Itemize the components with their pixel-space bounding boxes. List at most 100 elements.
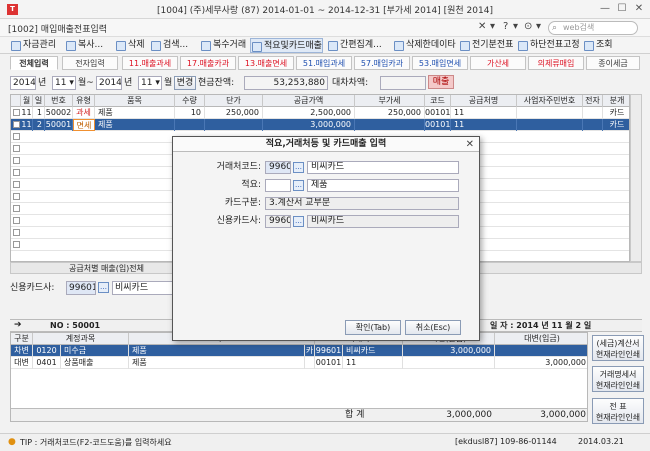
memo-code-input[interactable]	[265, 179, 291, 192]
deleted-data-button[interactable]: 삭제한데이타	[393, 38, 456, 53]
minimize-icon[interactable]: —	[596, 1, 614, 17]
tab-strip: 전체입력 전자입력 11.매출과세 17.매출카과 13.매출면세 51.매입과…	[10, 56, 642, 70]
tab-sales-card[interactable]: 17.매출카과	[180, 56, 236, 70]
month-from-select[interactable]: 11 ▾	[52, 76, 76, 90]
debit-credit-diff-value	[380, 76, 426, 90]
col-code: 코드	[425, 95, 451, 107]
row-checkbox[interactable]	[13, 157, 20, 164]
journal-row-selected[interactable]: 차변 0120 미수금 제품 카 99601 비씨카드 3,000,000	[11, 345, 587, 357]
row-checkbox[interactable]	[13, 133, 20, 140]
memo-help-icon[interactable]: …	[293, 180, 304, 191]
memo-card-sales-button[interactable]: 적요및카드매출	[250, 38, 323, 53]
card-company-code-input[interactable]: 99601	[66, 281, 96, 295]
card-company-name-field[interactable]: 비씨카드	[307, 215, 459, 228]
cancel-button[interactable]: 취소(Esc)	[405, 320, 461, 335]
tab-sales-taxable[interactable]: 11.매출과세	[122, 56, 178, 70]
cash-balance-value: 53,253,880	[244, 76, 328, 90]
memo-field[interactable]: 제품	[307, 179, 459, 192]
tab-deemed-purchase[interactable]: 의제류매입	[528, 56, 584, 70]
vendor-summary-label: 공급처별 매출(입)전체	[69, 264, 145, 273]
year-label-2: 년	[124, 78, 133, 88]
memo-icon	[252, 42, 262, 52]
lookup-button[interactable]: 조회	[583, 38, 613, 53]
grid-scrollbar[interactable]	[630, 94, 642, 262]
card-company-label: 신용카드사:	[10, 283, 55, 293]
vendor-code-help-icon[interactable]: …	[293, 162, 304, 173]
version-text: 2014.03.21	[578, 437, 624, 446]
col-item: 품목	[95, 95, 175, 107]
tab-paper-tax[interactable]: 종이세금	[586, 56, 640, 70]
tax-invoice-print-button[interactable]: (세금)계산서 현재라인인쇄	[592, 335, 644, 361]
row-checkbox[interactable]	[13, 145, 20, 152]
multi-transaction-button[interactable]: 복수거래	[200, 38, 246, 53]
col-credit: 대변(입금)	[524, 334, 560, 343]
tip-text: TIP : 거래처코드(F2-코드도움)를 입력하세요	[20, 438, 172, 447]
help-icon[interactable]: ?	[503, 21, 508, 32]
code-help-icon[interactable]: …	[98, 282, 109, 293]
tab-all-input[interactable]: 전체입력	[10, 56, 58, 70]
multi-icon	[201, 41, 211, 51]
history-icon[interactable]: ⊙	[524, 21, 532, 32]
maximize-icon[interactable]: ☐	[613, 1, 631, 17]
col-vendor: 공급처명	[451, 95, 517, 107]
grid-header: 월 일 번호 유형 품목 수량 단가 공급가액 부가세 코드 공급처명 사업자주…	[11, 95, 629, 107]
search-button[interactable]: 검색...	[150, 38, 188, 53]
row-checkbox[interactable]	[13, 241, 20, 248]
prior-voucher-button[interactable]: 전기분전표	[459, 38, 513, 53]
fix-bottom-voucher-button[interactable]: 하단전표고정	[517, 38, 580, 53]
bulb-icon: ●	[8, 437, 16, 447]
change-button[interactable]: 변경	[174, 76, 196, 90]
copy-icon	[66, 41, 76, 51]
ok-button[interactable]: 확인(Tab)	[345, 320, 401, 335]
aggregate-icon	[328, 41, 338, 51]
row-checkbox[interactable]	[13, 181, 20, 188]
close-icon[interactable]: ✕	[630, 1, 648, 17]
row-checkbox[interactable]	[13, 169, 20, 176]
journal-row[interactable]: 대변 0401 상품매출 제품 00101 11 3,000,000	[11, 357, 587, 369]
window-title: [1004] (주)세무사랑 (87) 2014-01-01 ~ 2014-12…	[157, 6, 493, 16]
vendor-name-field[interactable]: 비씨카드	[307, 161, 459, 174]
col-month: 월	[21, 95, 33, 107]
year-to-input[interactable]: 2014	[96, 76, 122, 90]
web-search-input[interactable]: ⌕ web검색	[548, 21, 638, 35]
tab-purchase-card[interactable]: 57.매입카과	[354, 56, 410, 70]
help-dropdown-icon[interactable]: ▾	[513, 21, 518, 32]
tab-electronic-input[interactable]: 전자입력	[62, 56, 118, 70]
col-check	[11, 95, 21, 107]
card-company-help-icon[interactable]: …	[293, 216, 304, 227]
row-checkbox[interactable]	[13, 193, 20, 200]
row-checkbox[interactable]	[13, 121, 20, 128]
sales-type-button[interactable]: 매출	[428, 75, 454, 89]
card-company-code-field[interactable]: 99601	[265, 215, 291, 228]
journal-total-row: 합 계 3,000,000 3,000,000	[11, 408, 587, 421]
table-row-selected[interactable]: 11 2 50001 면세 제품 3,000,000 00101 11 카드	[11, 119, 629, 131]
dialog-title: 적요,거래처등 및 카드매출 입력	[173, 137, 479, 152]
copy-button[interactable]: 복사...	[65, 38, 103, 53]
dialog-close-icon[interactable]: ✕	[466, 138, 474, 151]
card-type-field[interactable]: 3.계산서 교부분	[265, 197, 459, 210]
tools-icon[interactable]: ✕	[478, 21, 486, 32]
table-row[interactable]: 11 1 50002 과세 제품 10 250,000 2,500,000 25…	[11, 107, 629, 119]
tab-sales-exempt[interactable]: 13.매출면세	[238, 56, 294, 70]
voucher-print-button[interactable]: 전 표 현재라인인쇄	[592, 398, 644, 424]
vendor-code-input[interactable]: 99601	[265, 161, 291, 174]
voucher-icon	[460, 41, 470, 51]
tab-purchase-exempt[interactable]: 53.매입면세	[412, 56, 468, 70]
tab-additional-tax[interactable]: 가산세	[470, 56, 526, 70]
journal-grid: 구분 계정과목 적요 거래처 차변(출금) 대변(입금) 차변 0120 미수금…	[10, 332, 588, 422]
row-checkbox[interactable]	[13, 109, 20, 116]
type-badge[interactable]: 면세	[73, 119, 95, 131]
delete-button[interactable]: 삭제	[115, 38, 145, 53]
quick-aggregate-button[interactable]: 간편집계...	[327, 38, 382, 53]
transaction-statement-print-button[interactable]: 거래명세서 현재라인인쇄	[592, 366, 644, 392]
row-checkbox[interactable]	[13, 229, 20, 236]
row-checkbox[interactable]	[13, 205, 20, 212]
fund-management-button[interactable]: 자금관리	[10, 38, 56, 53]
col-vat: 부가세	[355, 95, 425, 107]
row-checkbox[interactable]	[13, 217, 20, 224]
year-from-input[interactable]: 2014	[10, 76, 36, 90]
month-to-select[interactable]: 11 ▾	[138, 76, 162, 90]
history-dropdown-icon[interactable]: ▾	[536, 21, 541, 32]
tools-dropdown-icon[interactable]: ▾	[490, 21, 495, 32]
tab-purchase-taxable[interactable]: 51.매입과세	[296, 56, 352, 70]
